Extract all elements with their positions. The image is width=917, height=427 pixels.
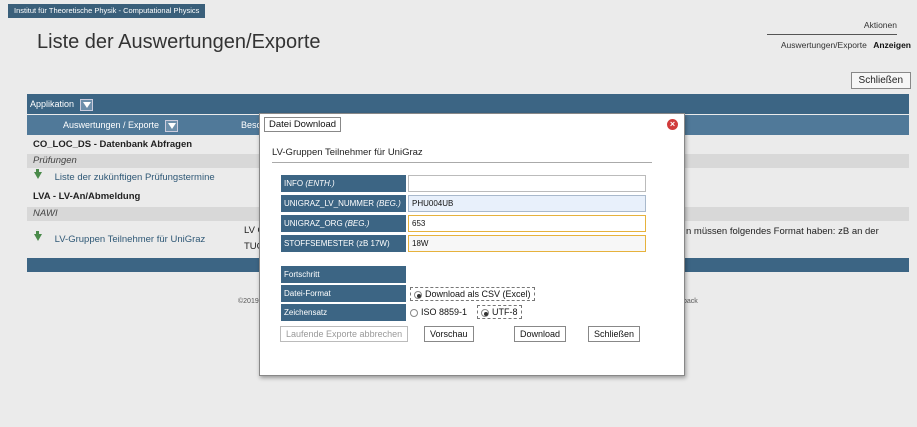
progress-label: Fortschritt: [281, 266, 406, 283]
field-label-stoffsemester: STOFFSEMESTER (zB 17W): [281, 235, 406, 252]
page-title: Liste der Auswertungen/Exporte: [37, 31, 321, 53]
format-option-csv[interactable]: Download als CSV (Excel): [410, 287, 535, 301]
cancel-exports-button[interactable]: Laufende Exporte abbrechen: [280, 326, 409, 342]
export-link[interactable]: LV-Gruppen Teilnehmer für UniGraz: [55, 234, 206, 245]
org-input[interactable]: 653: [408, 215, 646, 232]
header-links: Auswertungen/Exporte Anzeigen: [781, 40, 911, 50]
filter-icon[interactable]: [79, 98, 93, 111]
field-label-org: UNIGRAZ_ORG (BEG.): [281, 215, 406, 232]
download-arrow-icon: [33, 169, 43, 182]
institute-bar: Institut für Theoretische Physik - Compu…: [8, 4, 206, 18]
application-label: Applikation: [30, 99, 75, 109]
column-description: Besc: [241, 120, 262, 130]
download-button[interactable]: Download: [514, 326, 567, 342]
description-text: n müssen folgendes Format haben: zB an d…: [686, 226, 879, 237]
charset-option-iso[interactable]: ISO 8859-1: [410, 307, 467, 317]
link-anzeigen[interactable]: Anzeigen: [873, 40, 911, 50]
link-auswertungen-exporte[interactable]: Auswertungen/Exporte: [781, 40, 867, 50]
dialog-title: Datei Download: [264, 117, 342, 132]
radio-icon[interactable]: [414, 290, 422, 299]
application-header: Applikation: [27, 94, 909, 114]
download-arrow-icon: [33, 231, 43, 244]
dialog-close-button[interactable]: Schließen: [588, 326, 641, 342]
preview-button[interactable]: Vorschau: [424, 326, 474, 342]
charset-label: Zeichensatz: [281, 304, 406, 321]
radio-icon[interactable]: [410, 308, 418, 317]
export-link[interactable]: Liste der zukünftigen Prüfungstermine: [55, 172, 215, 183]
info-input[interactable]: [408, 175, 646, 192]
close-icon[interactable]: ×: [667, 119, 678, 130]
footer-link[interactable]: back: [683, 298, 698, 305]
filter-icon[interactable]: [164, 119, 178, 132]
field-label-info: INFO (ENTH.): [281, 175, 406, 192]
footer-copyright: ©2019: [238, 298, 259, 305]
field-label-lv-nummer: UNIGRAZ_LV_NUMMER (BEG.): [281, 195, 406, 212]
charset-option-utf8[interactable]: UTF-8: [477, 305, 522, 319]
column-exports: Auswertungen / Exporte: [63, 115, 178, 135]
close-button[interactable]: Schließen: [850, 72, 911, 89]
dialog-subtitle: LV-Gruppen Teilnehmer für UniGraz: [272, 147, 652, 163]
format-label: Datei-Format: [281, 285, 406, 302]
aktionen-label: Aktionen: [767, 20, 897, 35]
column-exports-label: Auswertungen / Exporte: [63, 120, 160, 130]
radio-icon[interactable]: [481, 308, 489, 317]
lv-nummer-input[interactable]: PHU004UB: [408, 195, 646, 212]
stoffsemester-input[interactable]: 18W: [408, 235, 646, 252]
